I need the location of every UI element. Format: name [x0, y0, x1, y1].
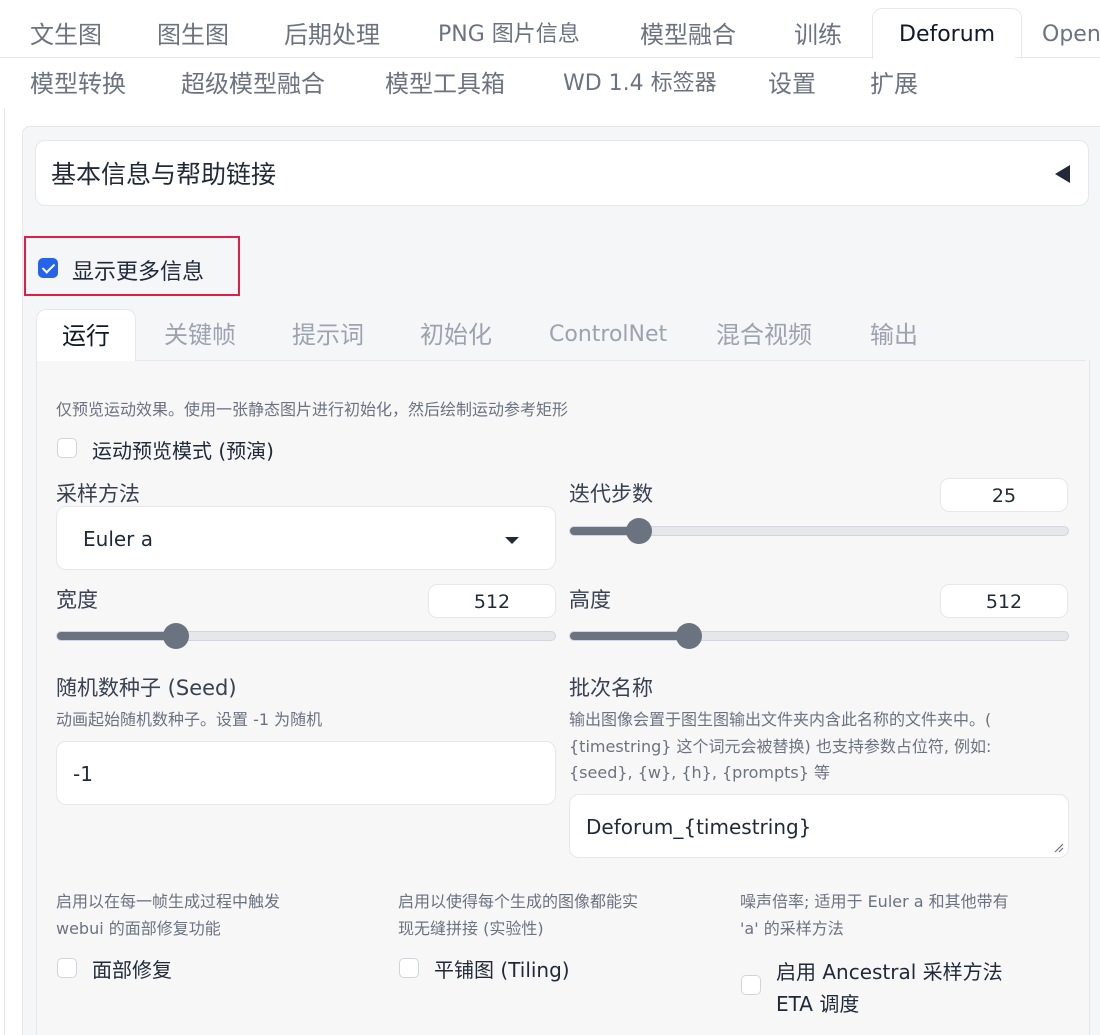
content-border — [4, 108, 5, 1035]
seed-value: -1 — [73, 762, 93, 786]
steps-number-input[interactable]: 25 — [940, 478, 1068, 512]
height-slider-thumb[interactable] — [677, 624, 701, 648]
width-label: 宽度 — [56, 588, 98, 612]
inner-tab-hybrid-video[interactable]: 混合视频 — [716, 318, 812, 352]
resize-handle-icon[interactable] — [1052, 841, 1064, 853]
tab-checkpoint-merger[interactable]: 模型融合 — [640, 18, 736, 52]
inner-tab-prompts[interactable]: 提示词 — [292, 318, 364, 352]
tab-open[interactable]: Open — [1042, 18, 1100, 52]
batch-name-info-line2: {timestring} 这个词元会被替换) 也支持参数占位符, 例如: — [569, 737, 992, 756]
ancestral-eta-checkbox[interactable] — [741, 975, 761, 995]
tab-deforum[interactable]: Deforum — [872, 8, 1023, 59]
tab-model-converter[interactable]: 模型转换 — [30, 67, 126, 101]
tab-supermerger[interactable]: 超级模型融合 — [181, 67, 325, 101]
width-slider-fill — [57, 632, 177, 640]
face-restore-info-line1: 启用以在每一帧生成过程中触发 — [56, 892, 281, 911]
tab-bar-divider — [0, 57, 872, 58]
inner-tab-divider — [136, 360, 1086, 361]
show-more-checkbox[interactable] — [38, 258, 58, 278]
tiling-info-line2: 现无缝拼接 (实验性) — [398, 919, 544, 938]
seed-info: 动画起始随机数种子。设置 -1 为随机 — [56, 710, 323, 729]
sampler-value: Euler a — [83, 527, 154, 551]
inner-tab-keyframes[interactable]: 关键帧 — [164, 318, 236, 352]
ancestral-eta-label-line2: ETA 调度 — [776, 992, 860, 1016]
tiling-label: 平铺图 (Tiling) — [434, 958, 570, 982]
tab-png-info[interactable]: PNG 图片信息 — [438, 18, 580, 52]
show-more-label: 显示更多信息 — [72, 260, 205, 285]
tiling-info-line1: 启用以使得每个生成的图像都能实 — [398, 892, 639, 911]
tab-settings[interactable]: 设置 — [768, 67, 816, 101]
batch-name-info-line3: {seed}, {w}, {h}, {prompts} 等 — [569, 763, 830, 782]
seed-label: 随机数种子 (Seed) — [56, 676, 237, 700]
chevron-down-icon — [505, 537, 519, 544]
eta-info-line1: 噪声倍率; 适用于 Euler a 和其他带有 — [740, 892, 1009, 911]
inner-tab-controlnet[interactable]: ControlNet — [549, 318, 667, 352]
height-number-input[interactable]: 512 — [940, 584, 1068, 618]
motion-preview-label: 运动预览模式 (预演) — [92, 439, 274, 463]
motion-preview-info: 仅预览运动效果。使用一张静态图片进行初始化，然后绘制运动参考矩形 — [56, 400, 569, 419]
info-accordion[interactable]: 基本信息与帮助链接 — [35, 140, 1089, 206]
tab-extras[interactable]: 后期处理 — [284, 18, 380, 52]
width-number-input[interactable]: 512 — [428, 584, 556, 618]
height-label: 高度 — [569, 588, 611, 612]
collapse-caret-icon[interactable] — [1055, 165, 1070, 183]
width-slider-track[interactable] — [56, 631, 556, 641]
steps-label: 迭代步数 — [569, 482, 653, 506]
batch-name-textarea[interactable]: Deforum_{timestring} — [569, 794, 1069, 858]
inner-tab-run[interactable]: 运行 — [36, 309, 136, 361]
ancestral-eta-label-line1: 启用 Ancestral 采样方法 — [776, 960, 1003, 984]
seed-input[interactable]: -1 — [56, 741, 556, 805]
inner-tab-output[interactable]: 输出 — [870, 318, 918, 352]
motion-preview-checkbox[interactable] — [57, 438, 77, 458]
face-restore-label: 面部修复 — [92, 958, 172, 982]
batch-name-value: Deforum_{timestring} — [586, 815, 812, 839]
accordion-title: 基本信息与帮助链接 — [51, 160, 277, 189]
width-slider-thumb[interactable] — [164, 624, 188, 648]
sampler-label: 采样方法 — [56, 482, 140, 506]
tiling-checkbox[interactable] — [399, 958, 419, 978]
batch-name-info-line1: 输出图像会置于图生图输出文件夹内含此名称的文件夹中。( — [569, 710, 992, 729]
height-slider-fill — [570, 632, 690, 640]
tab-txt2img[interactable]: 文生图 — [30, 18, 102, 52]
steps-slider-thumb[interactable] — [627, 519, 651, 543]
sampler-dropdown[interactable]: Euler a — [56, 506, 556, 570]
height-slider-track[interactable] — [569, 631, 1069, 641]
face-restore-checkbox[interactable] — [57, 958, 77, 978]
batch-name-label: 批次名称 — [569, 676, 653, 700]
tab-train[interactable]: 训练 — [794, 18, 842, 52]
tab-img2img[interactable]: 图生图 — [157, 18, 229, 52]
eta-info-line2: 'a' 的采样方法 — [740, 919, 844, 938]
inner-tab-init[interactable]: 初始化 — [420, 318, 492, 352]
tab-model-toolkit[interactable]: 模型工具箱 — [385, 67, 505, 101]
face-restore-info-line2: webui 的面部修复功能 — [56, 919, 221, 938]
tab-bar-divider-right — [1015, 57, 1100, 58]
tab-extensions[interactable]: 扩展 — [870, 67, 918, 101]
tab-wd14-tagger[interactable]: WD 1.4 标签器 — [563, 67, 717, 101]
